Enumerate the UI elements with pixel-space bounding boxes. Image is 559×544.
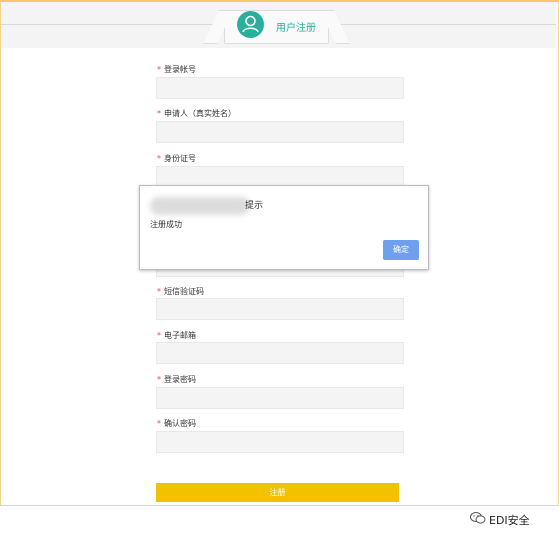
page-title: 用户注册 xyxy=(276,23,316,34)
account-input[interactable] xyxy=(156,77,404,99)
alert-dialog: 提示 注册成功 确定 xyxy=(139,185,429,270)
email-input[interactable] xyxy=(156,342,404,364)
required-asterisk: * xyxy=(157,287,161,296)
confirm-password-input[interactable] xyxy=(156,431,404,453)
required-asterisk: * xyxy=(157,65,161,74)
watermark-text: EDI安全 xyxy=(489,514,530,527)
required-asterisk: * xyxy=(157,331,161,340)
dialog-title: 提示 xyxy=(245,201,264,211)
dialog-message: 注册成功 xyxy=(150,220,182,229)
required-asterisk: * xyxy=(157,109,161,118)
blurred-origin-text xyxy=(150,197,250,215)
sms-code-input[interactable] xyxy=(156,298,404,320)
user-avatar-icon xyxy=(237,11,264,38)
wechat-icon xyxy=(470,510,486,529)
field-label-sms-code: * 短信验证码 xyxy=(157,287,204,296)
field-label-email: * 电子邮箱 xyxy=(157,331,196,340)
real-name-input[interactable] xyxy=(156,121,404,143)
field-label-id-number: * 身份证号 xyxy=(157,154,196,163)
password-input[interactable] xyxy=(156,387,404,409)
ok-button[interactable]: 确定 xyxy=(383,240,419,260)
field-label-confirm-password: * 确认密码 xyxy=(157,419,196,428)
field-label-name: * 申请人（真实姓名） xyxy=(157,109,236,118)
required-asterisk: * xyxy=(157,375,161,384)
register-button[interactable]: 注册 xyxy=(156,483,399,502)
required-asterisk: * xyxy=(157,419,161,428)
field-label-password: * 登录密码 xyxy=(157,375,196,384)
required-asterisk: * xyxy=(157,154,161,163)
field-label-account: * 登录帐号 xyxy=(157,65,196,74)
